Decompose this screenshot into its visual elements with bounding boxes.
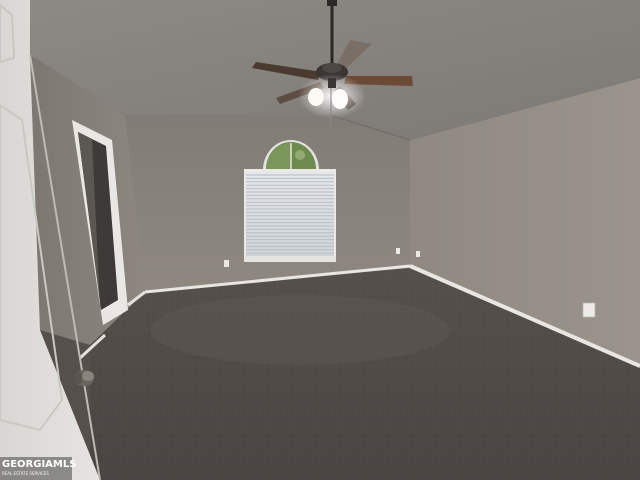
outlet-back-right	[396, 248, 400, 254]
fan-light-right	[332, 89, 348, 109]
room-photo	[0, 0, 640, 480]
georgiamls-watermark: GEORGIAMLS REAL ESTATE SERVICES	[0, 457, 76, 480]
outlet-right-wall	[582, 302, 596, 318]
watermark-tagline: REAL ESTATE SERVICES	[2, 471, 49, 476]
carpet-light-patch	[150, 295, 450, 365]
outlet-back-left	[224, 260, 229, 267]
watermark-brand: GEORGIAMLS	[2, 459, 77, 470]
door-knob-icon	[74, 370, 94, 386]
window-blinds	[244, 169, 336, 262]
fan-light-left	[308, 88, 324, 106]
outlet-right-small	[416, 251, 420, 257]
